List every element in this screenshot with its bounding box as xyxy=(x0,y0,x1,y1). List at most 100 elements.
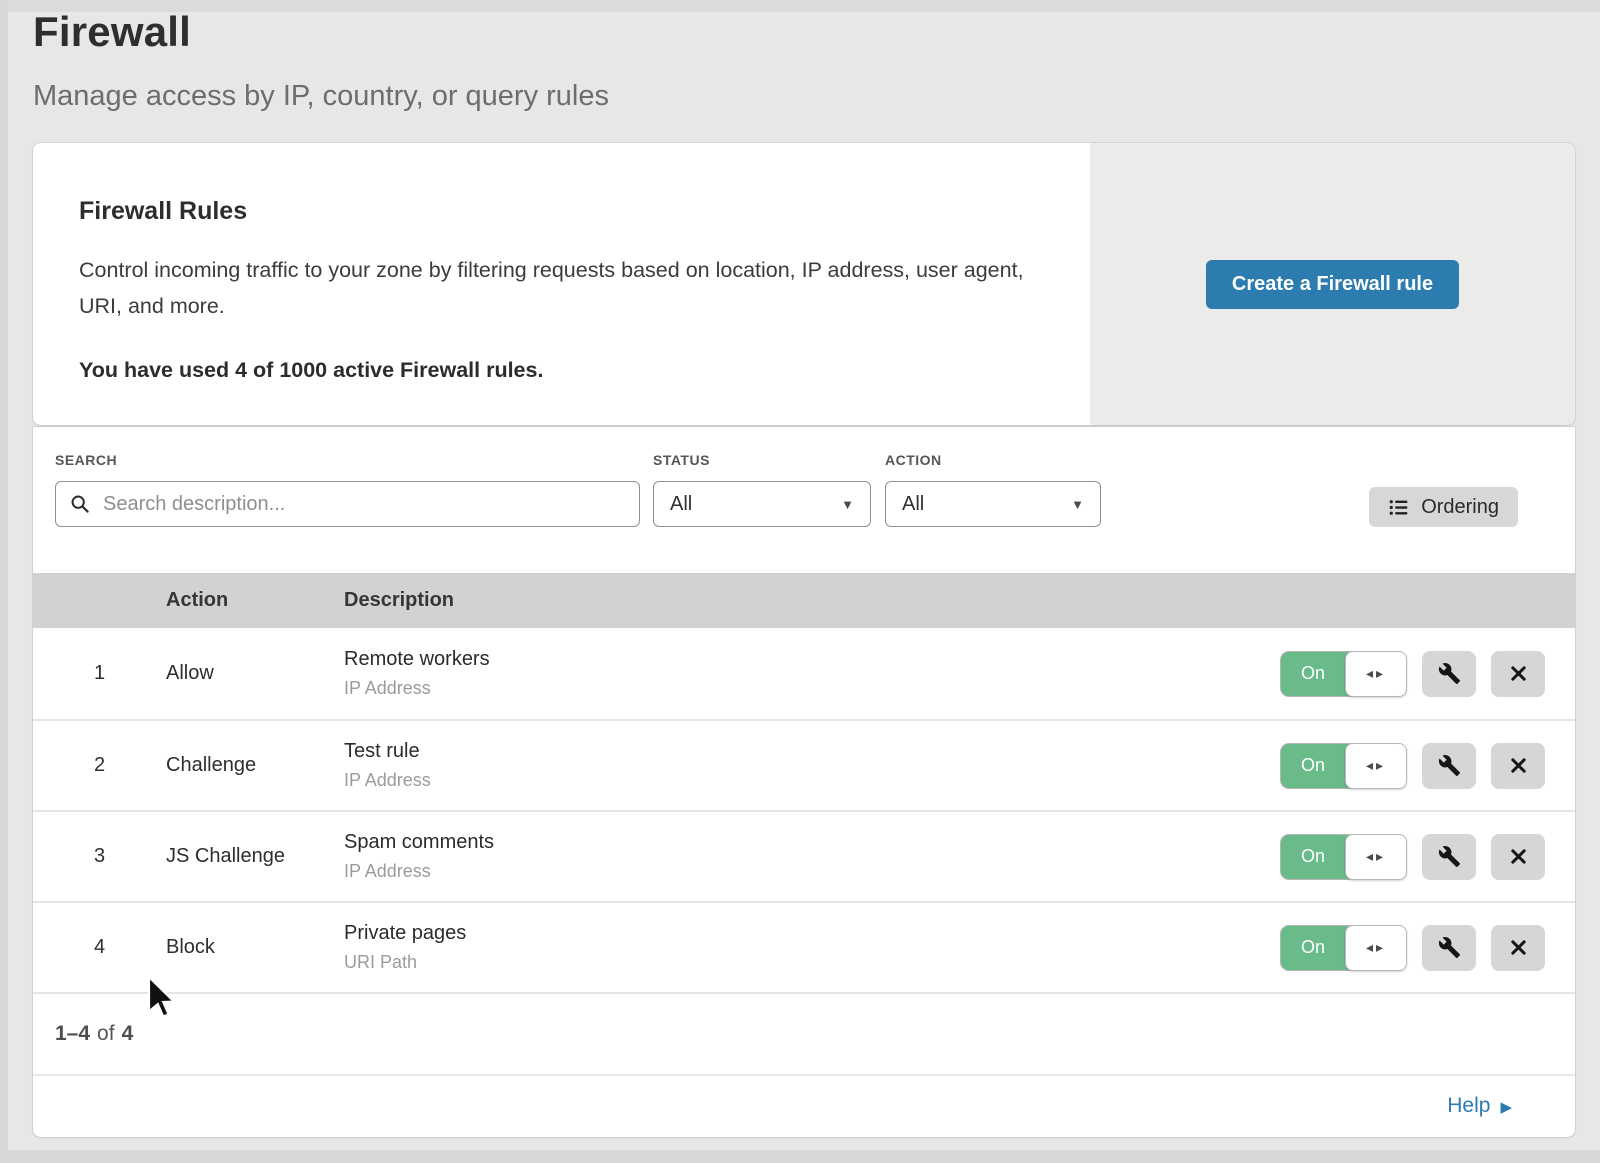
wrench-icon xyxy=(1438,754,1461,777)
rules-usage-text: You have used 4 of 1000 active Firewall … xyxy=(79,358,1030,383)
ordering-button-label: Ordering xyxy=(1421,496,1499,519)
help-link[interactable]: Help ▶ xyxy=(1447,1094,1512,1118)
delete-rule-button[interactable] xyxy=(1491,925,1545,971)
search-input-wrapper xyxy=(55,481,640,527)
edit-rule-button[interactable] xyxy=(1422,925,1476,971)
table-header-row: Action Description xyxy=(33,573,1575,628)
toggle-on-label: On xyxy=(1281,835,1345,879)
description-column-header: Description xyxy=(344,589,1575,612)
delete-rule-button[interactable] xyxy=(1491,651,1545,697)
edit-rule-button[interactable] xyxy=(1422,834,1476,880)
toggle-drag-handle[interactable]: ◂▸ xyxy=(1345,925,1407,971)
drag-arrows-icon: ◂▸ xyxy=(1366,757,1386,774)
status-selected-value: All xyxy=(670,493,692,516)
delete-rule-button[interactable] xyxy=(1491,834,1545,880)
toggle-drag-handle[interactable]: ◂▸ xyxy=(1345,651,1407,697)
rule-controls: On ◂▸ xyxy=(1280,834,1545,880)
rule-description-cell: Private pages URI Path xyxy=(344,922,1280,973)
wrench-icon xyxy=(1438,936,1461,959)
drag-arrows-icon: ◂▸ xyxy=(1366,939,1386,956)
search-filter-group: SEARCH xyxy=(55,452,640,527)
table-row: 1 Allow Remote workers IP Address On ◂▸ xyxy=(33,628,1575,719)
help-link-label: Help xyxy=(1447,1094,1490,1118)
rule-description: Test rule xyxy=(344,740,1280,763)
firewall-rules-list-card: SEARCH STATUS All ▼ ACTION All ▼ xyxy=(33,427,1575,1137)
rule-description-cell: Test rule IP Address xyxy=(344,740,1280,791)
rule-description: Spam comments xyxy=(344,831,1280,854)
window-edge-bottom xyxy=(0,1150,1600,1163)
rule-match-type: URI Path xyxy=(344,952,1280,973)
action-label: ACTION xyxy=(885,452,1101,468)
edit-rule-button[interactable] xyxy=(1422,651,1476,697)
wrench-icon xyxy=(1438,845,1461,868)
ordering-list-icon xyxy=(1388,497,1409,518)
rule-enabled-toggle[interactable]: On ◂▸ xyxy=(1280,925,1407,971)
close-icon xyxy=(1508,846,1529,867)
action-column-header: Action xyxy=(166,589,344,612)
firewall-rules-card: Firewall Rules Control incoming traffic … xyxy=(33,143,1575,425)
table-row: 3 JS Challenge Spam comments IP Address … xyxy=(33,810,1575,901)
rule-enabled-toggle[interactable]: On ◂▸ xyxy=(1280,651,1407,697)
wrench-icon xyxy=(1438,662,1461,685)
pagination-total: 4 xyxy=(122,1022,134,1046)
page-subtitle: Manage access by IP, country, or query r… xyxy=(33,80,609,113)
rule-action: Block xyxy=(166,936,344,959)
close-icon xyxy=(1508,937,1529,958)
rule-priority: 4 xyxy=(33,936,166,959)
pagination: 1–4 of 4 xyxy=(33,992,1575,1074)
rule-match-type: IP Address xyxy=(344,678,1280,699)
ordering-button[interactable]: Ordering xyxy=(1369,487,1518,527)
toggle-drag-handle[interactable]: ◂▸ xyxy=(1345,834,1407,880)
rule-description: Remote workers xyxy=(344,648,1280,671)
status-filter-group: STATUS All ▼ xyxy=(653,452,871,527)
rule-enabled-toggle[interactable]: On ◂▸ xyxy=(1280,834,1407,880)
toggle-drag-handle[interactable]: ◂▸ xyxy=(1345,743,1407,789)
rule-description-cell: Remote workers IP Address xyxy=(344,648,1280,699)
toggle-on-label: On xyxy=(1281,744,1345,788)
rule-description: Private pages xyxy=(344,922,1280,945)
window-edge-left xyxy=(0,0,8,1163)
card-title: Firewall Rules xyxy=(79,197,1030,226)
rule-controls: On ◂▸ xyxy=(1280,651,1545,697)
help-arrow-icon: ▶ xyxy=(1500,1098,1512,1115)
rule-description-cell: Spam comments IP Address xyxy=(344,831,1280,882)
rule-priority: 2 xyxy=(33,754,166,777)
firewall-rules-card-info: Firewall Rules Control incoming traffic … xyxy=(33,143,1090,425)
card-footer: Help ▶ xyxy=(33,1074,1575,1136)
rule-match-type: IP Address xyxy=(344,770,1280,791)
action-filter-group: ACTION All ▼ xyxy=(885,452,1101,527)
close-icon xyxy=(1508,755,1529,776)
rule-action: Challenge xyxy=(166,754,344,777)
rule-controls: On ◂▸ xyxy=(1280,743,1545,789)
page-header: Firewall Manage access by IP, country, o… xyxy=(33,8,609,113)
toggle-on-label: On xyxy=(1281,652,1345,696)
action-select[interactable]: All ▼ xyxy=(885,481,1101,527)
chevron-down-icon: ▼ xyxy=(1071,497,1084,512)
pagination-of: of xyxy=(97,1022,115,1046)
drag-arrows-icon: ◂▸ xyxy=(1366,665,1386,682)
rule-enabled-toggle[interactable]: On ◂▸ xyxy=(1280,743,1407,789)
rule-controls: On ◂▸ xyxy=(1280,925,1545,971)
status-select[interactable]: All ▼ xyxy=(653,481,871,527)
card-description: Control incoming traffic to your zone by… xyxy=(79,252,1029,324)
search-input[interactable] xyxy=(101,492,625,517)
delete-rule-button[interactable] xyxy=(1491,743,1545,789)
drag-arrows-icon: ◂▸ xyxy=(1366,848,1386,865)
search-icon xyxy=(70,494,90,514)
create-rule-panel: Create a Firewall rule xyxy=(1090,143,1575,425)
edit-rule-button[interactable] xyxy=(1422,743,1476,789)
rule-priority: 1 xyxy=(33,662,166,685)
create-firewall-rule-button[interactable]: Create a Firewall rule xyxy=(1206,260,1459,309)
pagination-range: 1–4 xyxy=(55,1022,90,1046)
rule-action: JS Challenge xyxy=(166,845,344,868)
table-row: 4 Block Private pages URI Path On ◂▸ xyxy=(33,901,1575,992)
close-icon xyxy=(1508,663,1529,684)
page-title: Firewall xyxy=(33,8,609,56)
search-label: SEARCH xyxy=(55,452,640,468)
filter-bar: SEARCH STATUS All ▼ ACTION All ▼ xyxy=(33,427,1575,573)
toggle-on-label: On xyxy=(1281,926,1345,970)
rule-priority: 3 xyxy=(33,845,166,868)
rule-match-type: IP Address xyxy=(344,861,1280,882)
rule-action: Allow xyxy=(166,662,344,685)
status-label: STATUS xyxy=(653,452,871,468)
